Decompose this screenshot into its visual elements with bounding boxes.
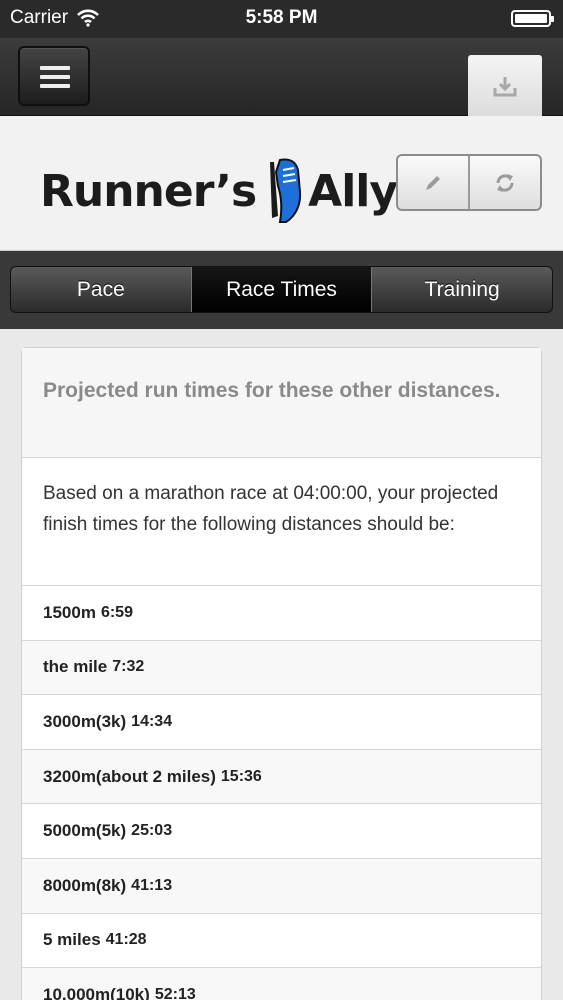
app-header: Runner’s Ally: [0, 116, 563, 251]
refresh-button[interactable]: [468, 156, 540, 209]
edit-button[interactable]: [398, 156, 468, 209]
logo-text-left: Runner’s: [40, 165, 257, 217]
time-value: 52:13: [154, 985, 196, 1000]
tab-pace[interactable]: Pace: [11, 267, 191, 312]
tab-bar: Pace Race Times Training: [0, 251, 563, 329]
logo-text-right: Ally: [308, 165, 398, 217]
segmented-tabs: Pace Race Times Training: [10, 266, 553, 313]
time-value: 14:34: [131, 712, 173, 730]
top-toolbar: [0, 38, 563, 116]
hamburger-icon: [40, 66, 70, 70]
download-button[interactable]: [468, 55, 542, 116]
hamburger-line: [40, 84, 70, 88]
distance-label: 1500m: [43, 602, 96, 622]
list-item: 5 miles 41:28: [22, 913, 541, 969]
time-value: 41:28: [105, 931, 147, 949]
running-shoe-icon: [270, 158, 302, 223]
list-item: the mile 7:32: [22, 640, 541, 696]
time-value: 15:36: [220, 767, 262, 785]
time-value: 7:32: [112, 658, 145, 676]
list-item: 8000m(8k) 41:13: [22, 858, 541, 914]
status-bar: Carrier 5:58 PM: [0, 0, 563, 38]
download-icon: [493, 77, 517, 97]
app-logo: Runner’s Ally: [40, 156, 398, 226]
time-value: 25:03: [131, 822, 173, 840]
list-item: 3200m(about 2 miles) 15:36: [22, 749, 541, 805]
distance-label: 5 miles: [43, 930, 101, 950]
tab-race-times[interactable]: Race Times: [190, 267, 372, 312]
list-item: 10,000m(10k) 52:13: [22, 968, 541, 1000]
time-value: 6:59: [100, 603, 133, 621]
battery-icon: [511, 10, 554, 27]
card-description: Based on a marathon race at 04:00:00, yo…: [22, 458, 541, 586]
hamburger-line: [40, 75, 70, 79]
distance-label: 3200m(about 2 miles): [43, 766, 216, 786]
distance-label: 5000m(5k): [43, 821, 127, 841]
distance-label: 8000m(8k): [43, 875, 127, 895]
status-time: 5:58 PM: [245, 7, 318, 28]
tab-training[interactable]: Training: [371, 267, 552, 312]
time-value: 41:13: [131, 876, 173, 894]
race-times-card: Projected run times for these other dist…: [21, 347, 542, 1000]
header-button-group: [396, 154, 542, 211]
card-title: Projected run times for these other dist…: [22, 348, 541, 458]
distance-label: the mile: [43, 657, 108, 677]
distance-label: 3000m(3k): [43, 711, 127, 731]
distance-label: 10,000m(10k): [43, 984, 150, 1000]
list-item: 5000m(5k) 25:03: [22, 804, 541, 859]
list-item: 3000m(3k) 14:34: [22, 695, 541, 750]
list-item: 1500m 6:59: [22, 586, 541, 641]
menu-button[interactable]: [18, 46, 90, 106]
projected-times-list: 1500m 6:59 the mile 7:32 3000m(3k) 14:34 32…: [22, 586, 541, 1000]
pencil-icon: [426, 175, 440, 190]
refresh-icon: [496, 173, 514, 192]
